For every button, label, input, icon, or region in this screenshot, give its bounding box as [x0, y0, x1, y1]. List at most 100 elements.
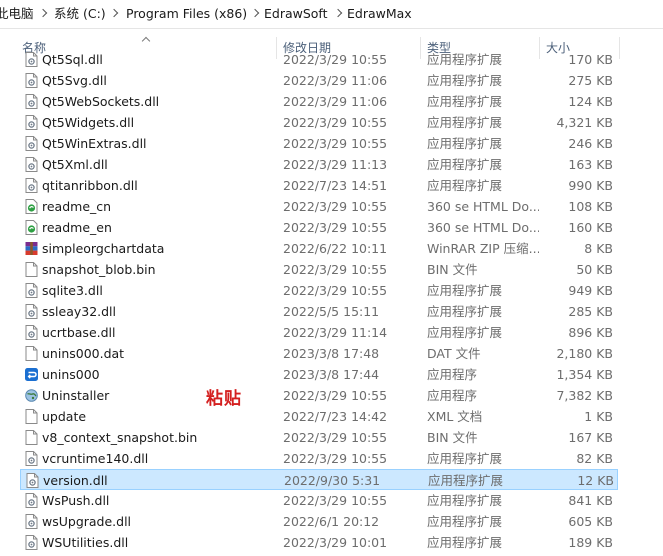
file-list[interactable]: Qt5Sql.dll 2022/3/29 10:55 应用程序扩展 170 KB Qt5…: [0, 50, 663, 556]
file-modified-date: 2022/6/1 20:12: [283, 514, 380, 529]
table-row[interactable]: Qt5Svg.dll 2022/3/29 11:06 应用程序扩展 275 KB: [20, 70, 618, 91]
file-modified-date: 2023/3/8 17:48: [283, 346, 380, 361]
file-name: vcruntime140.dll: [42, 451, 149, 466]
file-name: unins000: [42, 367, 100, 382]
file-size: 160 KB: [568, 220, 613, 235]
file-name: Qt5WinExtras.dll: [42, 136, 147, 151]
file-size: 2,180 KB: [556, 346, 613, 361]
file-name: WsPush.dll: [42, 493, 110, 508]
file-modified-date: 2022/3/29 10:55: [283, 115, 388, 130]
table-row[interactable]: Qt5Sql.dll 2022/3/29 10:55 应用程序扩展 170 KB: [20, 50, 618, 70]
dll-icon: [25, 493, 38, 508]
blank-file-icon: [25, 262, 38, 277]
dll-icon: [25, 94, 38, 109]
table-row[interactable]: Qt5WebSockets.dll 2022/3/29 11:06 应用程序扩展 12…: [20, 91, 618, 112]
breadcrumb-edrawsoft[interactable]: EdrawSoft: [264, 5, 328, 23]
file-modified-date: 2022/3/29 10:55: [283, 262, 388, 277]
file-size: 8 KB: [584, 241, 613, 256]
dll-icon: [26, 473, 39, 488]
file-size: 108 KB: [568, 199, 613, 214]
dll-icon: [25, 178, 38, 193]
file-modified-date: 2023/3/8 17:44: [283, 367, 380, 382]
file-name: WSUtilities.dll: [42, 535, 129, 550]
table-row[interactable]: unins000.dat 2023/3/8 17:48 DAT 文件 2,180 KB: [20, 343, 618, 364]
dll-icon: [25, 73, 38, 88]
dll-icon: [25, 325, 38, 340]
table-row[interactable]: Uninstaller 2022/3/29 10:55 应用程序 7,382 KB: [20, 385, 618, 406]
file-name: snapshot_blob.bin: [42, 262, 156, 277]
table-row[interactable]: snapshot_blob.bin 2022/3/29 10:55 BIN 文件 50…: [20, 259, 618, 280]
table-row[interactable]: update 2022/7/23 14:42 XML 文档 1 KB: [20, 406, 618, 427]
breadcrumb-separator-icon[interactable]: [252, 5, 260, 23]
file-name: ssleay32.dll: [42, 304, 117, 319]
file-name: Qt5Sql.dll: [42, 52, 103, 67]
file-name: Qt5Svg.dll: [42, 73, 107, 88]
file-type: 360 se HTML Do...: [427, 220, 539, 235]
file-name: readme_cn: [42, 199, 112, 214]
file-type: 应用程序: [427, 367, 478, 382]
file-name: Qt5Xml.dll: [42, 157, 108, 172]
breadcrumb-separator-icon[interactable]: [111, 5, 119, 23]
dll-icon: [25, 304, 38, 319]
blank-file-icon: [25, 430, 38, 445]
blank-file-icon: [25, 346, 38, 361]
file-modified-date: 2022/3/29 10:55: [283, 136, 388, 151]
table-row[interactable]: Qt5Widgets.dll 2022/3/29 10:55 应用程序扩展 4,321…: [20, 112, 618, 133]
blank-file-icon: [25, 409, 38, 424]
file-size: 7,382 KB: [556, 388, 613, 403]
file-modified-date: 2022/7/23 14:51: [283, 178, 388, 193]
table-row[interactable]: ssleay32.dll 2022/5/5 15:11 应用程序扩展 285 KB: [20, 301, 618, 322]
file-name: sqlite3.dll: [42, 283, 103, 298]
table-row[interactable]: wsUpgrade.dll 2022/6/1 20:12 应用程序扩展 605 KB: [20, 511, 618, 532]
breadcrumb-program-files[interactable]: Program Files (x86): [126, 5, 247, 23]
table-row[interactable]: Qt5Xml.dll 2022/3/29 11:13 应用程序扩展 163 KB: [20, 154, 618, 175]
file-type: 应用程序扩展: [427, 514, 503, 529]
file-type: BIN 文件: [427, 262, 478, 277]
breadcrumb-edrawmax[interactable]: EdrawMax: [347, 5, 412, 23]
breadcrumb-system-drive[interactable]: 系统 (C:): [54, 5, 106, 23]
file-modified-date: 2022/3/29 11:06: [283, 94, 388, 109]
address-bar[interactable]: 此电脑 系统 (C:) Program Files (x86) EdrawSof…: [0, 0, 663, 29]
dll-icon: [25, 52, 38, 67]
table-row[interactable]: simpleorgchartdata 2022/6/22 10:11 WinRAR …: [20, 238, 618, 259]
breadcrumb-separator-icon[interactable]: [40, 5, 48, 23]
file-size: 896 KB: [568, 325, 613, 340]
file-modified-date: 2022/9/30 5:31: [284, 473, 381, 488]
sort-ascending-icon: [142, 35, 149, 42]
file-modified-date: 2022/3/29 10:55: [283, 430, 388, 445]
breadcrumb-this-pc[interactable]: 此电脑: [0, 5, 34, 23]
file-size: 163 KB: [568, 157, 613, 172]
file-size: 1 KB: [584, 409, 613, 424]
uninstaller-app-icon: [25, 367, 38, 382]
file-type: 应用程序扩展: [427, 325, 503, 340]
file-type: 应用程序扩展: [427, 115, 503, 130]
file-modified-date: 2022/3/29 11:13: [283, 157, 388, 172]
file-modified-date: 2022/3/29 10:55: [283, 52, 388, 67]
file-name: ucrtbase.dll: [42, 325, 116, 340]
table-row[interactable]: unins000 2023/3/8 17:44 应用程序 1,354 KB: [20, 364, 618, 385]
table-row[interactable]: readme_cn 2022/3/29 10:55 360 se HTML Do..…: [20, 196, 618, 217]
table-row-selected[interactable]: version.dll 2022/9/30 5:31 应用程序扩展 12 KB: [20, 469, 618, 490]
file-modified-date: 2022/3/29 11:06: [283, 73, 388, 88]
file-modified-date: 2022/3/29 10:55: [283, 493, 388, 508]
table-row[interactable]: v8_context_snapshot.bin 2022/3/29 10:55 BI…: [20, 427, 618, 448]
table-row[interactable]: sqlite3.dll 2022/3/29 10:55 应用程序扩展 949 KB: [20, 280, 618, 301]
file-size: 189 KB: [568, 535, 613, 550]
table-row[interactable]: WsPush.dll 2022/3/29 10:55 应用程序扩展 841 KB: [20, 490, 618, 511]
breadcrumb-separator-icon[interactable]: [335, 5, 343, 23]
file-modified-date: 2022/5/5 15:11: [283, 304, 380, 319]
file-size: 12 KB: [577, 473, 614, 488]
table-row[interactable]: readme_en 2022/3/29 10:55 360 se HTML Do..…: [20, 217, 618, 238]
table-row[interactable]: qtitanribbon.dll 2022/7/23 14:51 应用程序扩展 990…: [20, 175, 618, 196]
table-row[interactable]: Qt5WinExtras.dll 2022/3/29 10:55 应用程序扩展 246…: [20, 133, 618, 154]
file-name: Qt5Widgets.dll: [42, 115, 135, 130]
file-type: 应用程序扩展: [427, 178, 503, 193]
globe-app-icon: [25, 388, 38, 403]
file-size: 275 KB: [568, 73, 613, 88]
table-row[interactable]: vcruntime140.dll 2022/3/29 10:55 应用程序扩展 82 …: [20, 448, 618, 469]
table-row[interactable]: ucrtbase.dll 2022/3/29 11:14 应用程序扩展 896 KB: [20, 322, 618, 343]
file-size: 605 KB: [568, 514, 613, 529]
file-type: 应用程序扩展: [427, 73, 503, 88]
table-row[interactable]: WSUtilities.dll 2022/3/29 10:01 应用程序扩展 189 …: [20, 532, 618, 553]
file-type: XML 文档: [427, 409, 483, 424]
